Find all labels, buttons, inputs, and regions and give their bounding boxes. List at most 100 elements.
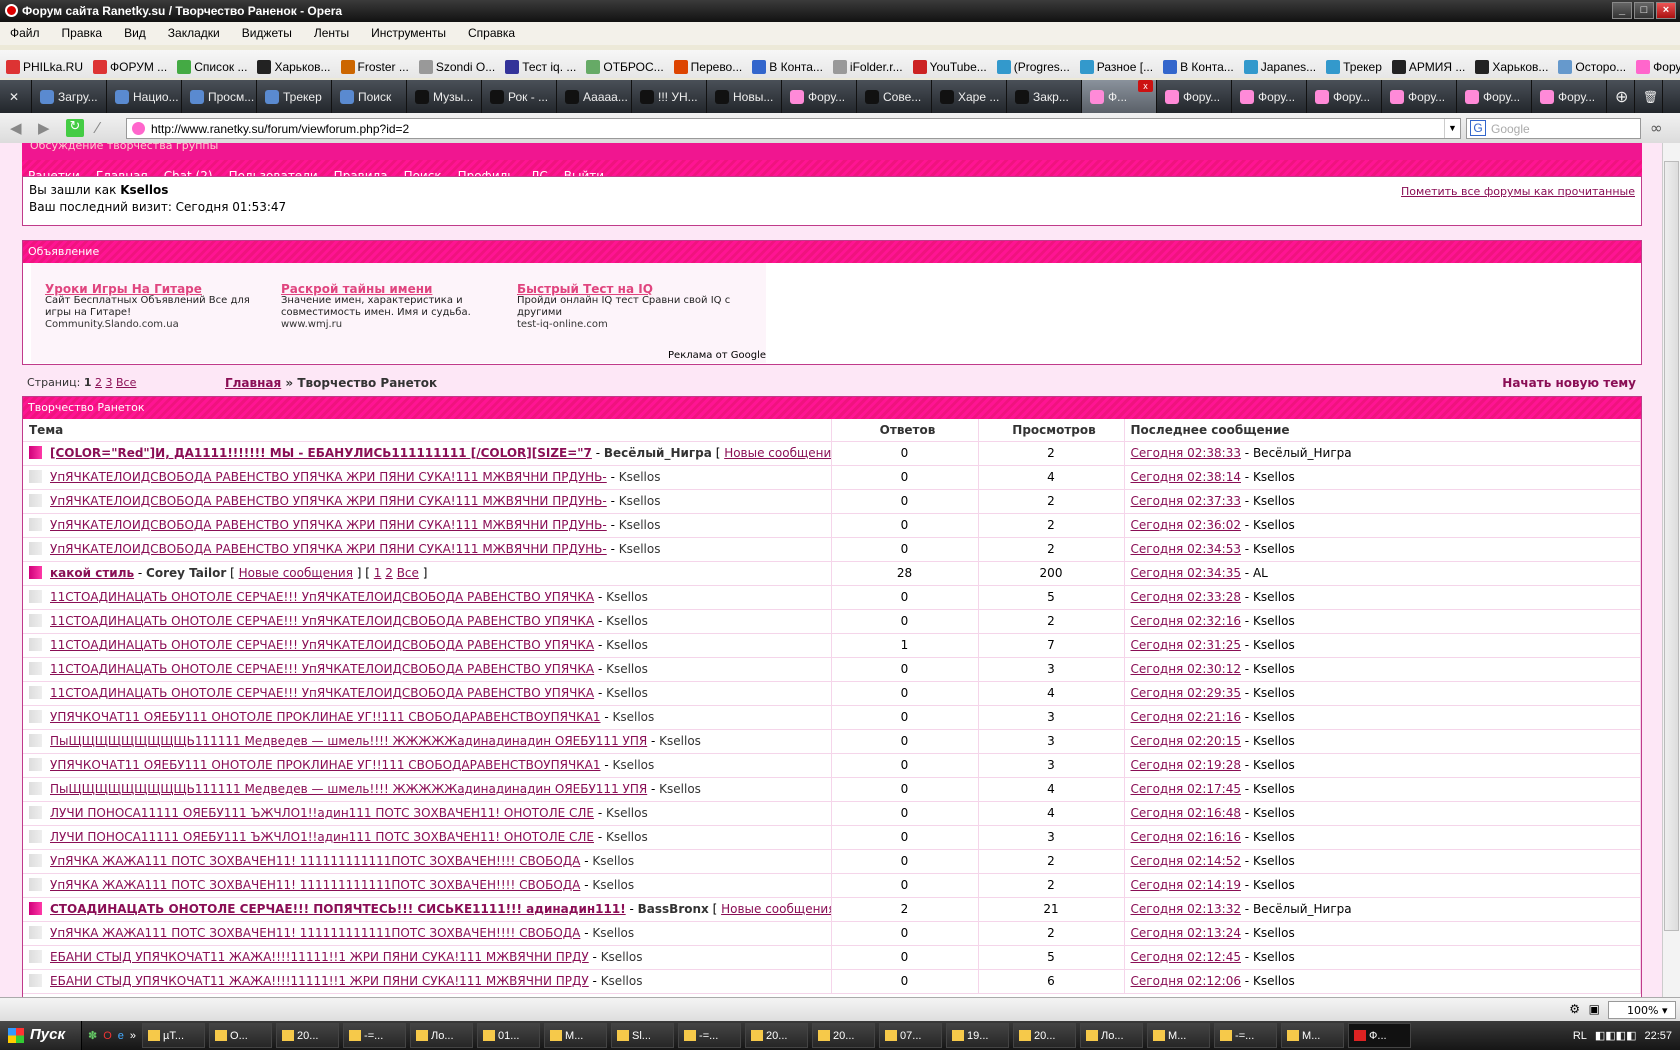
camera-icon[interactable]: ▣ — [1589, 1002, 1600, 1016]
glasses-icon[interactable]: ∞ — [1650, 119, 1668, 137]
last-post-link[interactable]: Сегодня 02:16:16 — [1131, 830, 1241, 844]
bookmark-item[interactable]: Froster ... — [340, 56, 409, 78]
browser-tab[interactable]: Фору... — [1232, 80, 1307, 113]
new-posts-link[interactable]: Новые сообщения — [721, 902, 830, 916]
close-window-button[interactable]: × — [1656, 2, 1676, 19]
ad-title-link[interactable]: Уроки Игры На Гитаре — [45, 283, 265, 295]
browser-tab[interactable]: Новы... — [707, 80, 782, 113]
start-button[interactable]: Пуск — [0, 1021, 82, 1050]
ad-title-link[interactable]: Быстрый Тест на IQ — [517, 283, 737, 295]
mark-all-read-link[interactable]: Пометить все форумы как прочитанные — [1401, 185, 1635, 198]
browser-tab[interactable]: Просм... — [182, 80, 257, 113]
taskbar-button[interactable]: М... — [544, 1023, 608, 1048]
topic-subject-link[interactable]: УПЯЧКОЧАТ11 ОЯЕБУ111 ОНОТОЛЕ ПРОКЛИНАЕ У… — [50, 710, 601, 724]
bookmark-item[interactable]: YouTube... — [912, 56, 987, 78]
topic-subject-link[interactable]: УпЯЧКАТЕЛОИДСВОБОДА РАВЕНСТВО УПЯЧКА ЖРИ… — [50, 494, 607, 508]
browser-tab[interactable]: Сове... — [857, 80, 932, 113]
taskbar-button[interactable]: О... — [209, 1023, 273, 1048]
browser-tab[interactable]: Нацио... — [107, 80, 182, 113]
topic-subject-link[interactable]: 11СТОАДИНАЦАТЬ ОНОТОЛЕ СЕРЧАЕ!!! УпЯЧКАТ… — [50, 662, 594, 676]
topic-page-link[interactable]: 2 — [385, 566, 393, 580]
bookmark-item[interactable]: Japanes... — [1243, 56, 1316, 78]
last-post-link[interactable]: Сегодня 02:13:32 — [1131, 902, 1241, 916]
scrollbar-thumb[interactable] — [1664, 161, 1679, 931]
last-post-link[interactable]: Сегодня 02:36:02 — [1131, 518, 1241, 532]
taskbar-button[interactable]: Ло... — [1080, 1023, 1144, 1048]
last-post-link[interactable]: Сегодня 02:33:28 — [1131, 590, 1241, 604]
bookmark-item[interactable]: Форум с... — [1636, 56, 1680, 78]
bookmark-item[interactable]: Осторо... — [1558, 56, 1626, 78]
topic-page-link[interactable]: 1 — [374, 566, 382, 580]
browser-tab[interactable]: Закр... — [1007, 80, 1082, 113]
last-post-link[interactable]: Сегодня 02:34:53 — [1131, 542, 1241, 556]
taskbar-button[interactable]: 07... — [879, 1023, 943, 1048]
trash-icon[interactable]: 🗑 — [1635, 80, 1663, 113]
forward-icon[interactable]: ▶ — [38, 119, 56, 137]
bookmark-item[interactable]: (Progres... — [996, 56, 1070, 78]
topic-subject-link[interactable]: СТОАДИНАЦАТЬ ОНОТОЛЕ СЕРЧАЕ!!! ПОПЯЧТЕСЬ… — [50, 902, 626, 916]
topic-subject-link[interactable]: УпЯЧКА ЖАЖА111 ПОТС ЗОХВАЧЕН11! 11111111… — [50, 878, 580, 892]
last-post-link[interactable]: Сегодня 02:34:35 — [1131, 566, 1241, 580]
topic-subject-link[interactable]: УпЯЧКА ЖАЖА111 ПОТС ЗОХВАЧЕН11! 11111111… — [50, 854, 580, 868]
topic-subject-link[interactable]: УпЯЧКАТЕЛОИДСВОБОДА РАВЕНСТВО УПЯЧКА ЖРИ… — [50, 518, 607, 532]
bookmark-item[interactable]: ФОРУМ ... — [93, 56, 167, 78]
topic-subject-link[interactable]: 11СТОАДИНАЦАТЬ ОНОТОЛЕ СЕРЧАЕ!!! УпЯЧКАТ… — [50, 590, 594, 604]
browser-tab[interactable]: Ф... x — [1082, 80, 1157, 113]
taskbar-button[interactable]: µT... — [142, 1023, 206, 1048]
ad-url[interactable]: www.wmj.ru — [281, 319, 501, 331]
page-link[interactable]: 2 — [95, 376, 102, 389]
topic-subject-link[interactable]: УпЯЧКА ЖАЖА111 ПОТС ЗОХВАЧЕН11! 11111111… — [50, 926, 580, 940]
taskbar-button[interactable]: 20... — [1013, 1023, 1077, 1048]
page-all-link[interactable]: Все — [116, 376, 136, 389]
page-link[interactable]: 3 — [106, 376, 113, 389]
topic-subject-link[interactable]: УпЯЧКАТЕЛОИДСВОБОДА РАВЕНСТВО УПЯЧКА ЖРИ… — [50, 542, 607, 556]
menu-item[interactable]: Вид — [124, 26, 146, 45]
browser-tab[interactable]: Загру... — [32, 80, 107, 113]
close-tab-icon[interactable]: x — [1138, 80, 1153, 92]
topic-subject-link[interactable]: [COLOR="Red"]И, ДА1111!!!!!!! МЫ - ЕБАНУ… — [50, 446, 592, 460]
bookmark-item[interactable]: АРМИЯ ... — [1391, 56, 1465, 78]
bookmark-item[interactable]: В Конта... — [1163, 56, 1234, 78]
new-posts-link[interactable]: Новые сообщения — [239, 566, 353, 580]
more-quicklaunch-icon[interactable]: » — [130, 1030, 136, 1042]
last-post-link[interactable]: Сегодня 02:14:19 — [1131, 878, 1241, 892]
topic-subject-link[interactable]: УпЯЧКАТЕЛОИДСВОБОДА РАВЕНСТВО УПЯЧКА ЖРИ… — [50, 470, 607, 484]
browser-tab[interactable]: Ааааа... — [557, 80, 632, 113]
vertical-scrollbar[interactable] — [1662, 143, 1680, 997]
new-tab-icon[interactable]: ⊕ — [1607, 80, 1635, 113]
last-post-link[interactable]: Сегодня 02:12:06 — [1131, 974, 1241, 988]
edit-icon[interactable]: ⁄ — [96, 119, 114, 137]
search-input[interactable]: G Google — [1466, 118, 1641, 139]
bookmark-item[interactable]: PHILka.RU — [6, 56, 83, 78]
browser-tab[interactable]: Фору... — [1457, 80, 1532, 113]
taskbar-button[interactable]: -=... — [343, 1023, 407, 1048]
last-post-link[interactable]: Сегодня 02:37:33 — [1131, 494, 1241, 508]
address-dropdown-icon[interactable]: ▼ — [1444, 119, 1460, 138]
last-post-link[interactable]: Сегодня 02:38:33 — [1131, 446, 1241, 460]
last-post-link[interactable]: Сегодня 02:38:14 — [1131, 470, 1241, 484]
language-indicator[interactable]: RL — [1573, 1030, 1587, 1042]
bookmark-item[interactable]: Харьков... — [257, 56, 331, 78]
browser-tab[interactable]: Трекер — [257, 80, 332, 113]
bookmark-item[interactable]: Тест iq. ... — [505, 56, 576, 78]
taskbar-button[interactable]: 20... — [745, 1023, 809, 1048]
zoom-select[interactable]: 100% ▾ — [1608, 1001, 1676, 1019]
quicklaunch-icon[interactable]: ✽ — [88, 1029, 97, 1042]
menu-item[interactable]: Виджеты — [242, 26, 292, 45]
ad-url[interactable]: Community.Slando.com.ua — [45, 319, 265, 331]
topic-subject-link[interactable]: ЛУЧИ ПОНОСА11111 ОЯЕБУ111 ЪЖЧЛО1!!адин11… — [50, 806, 594, 820]
last-post-link[interactable]: Сегодня 02:30:12 — [1131, 662, 1241, 676]
bookmark-item[interactable]: Разное [... — [1079, 56, 1153, 78]
bookmark-item[interactable]: Харьков... — [1475, 56, 1548, 78]
browser-tab[interactable]: Фору... — [1382, 80, 1457, 113]
browser-tab[interactable]: Фору... — [1157, 80, 1232, 113]
last-post-link[interactable]: Сегодня 02:29:35 — [1131, 686, 1241, 700]
last-post-link[interactable]: Сегодня 02:20:15 — [1131, 734, 1241, 748]
last-post-link[interactable]: Сегодня 02:19:28 — [1131, 758, 1241, 772]
minimize-button[interactable]: _ — [1612, 2, 1632, 19]
last-post-link[interactable]: Сегодня 02:21:16 — [1131, 710, 1241, 724]
browser-tab[interactable]: Поиск — [332, 80, 407, 113]
tray-icons[interactable]: ◧◧◧◧ — [1595, 1029, 1637, 1042]
last-post-link[interactable]: Сегодня 02:17:45 — [1131, 782, 1241, 796]
topic-subject-link[interactable]: ЕБАНИ СТЫД УПЯЧКОЧАТ11 ЖАЖА!!!!11111!!1 … — [50, 974, 589, 988]
